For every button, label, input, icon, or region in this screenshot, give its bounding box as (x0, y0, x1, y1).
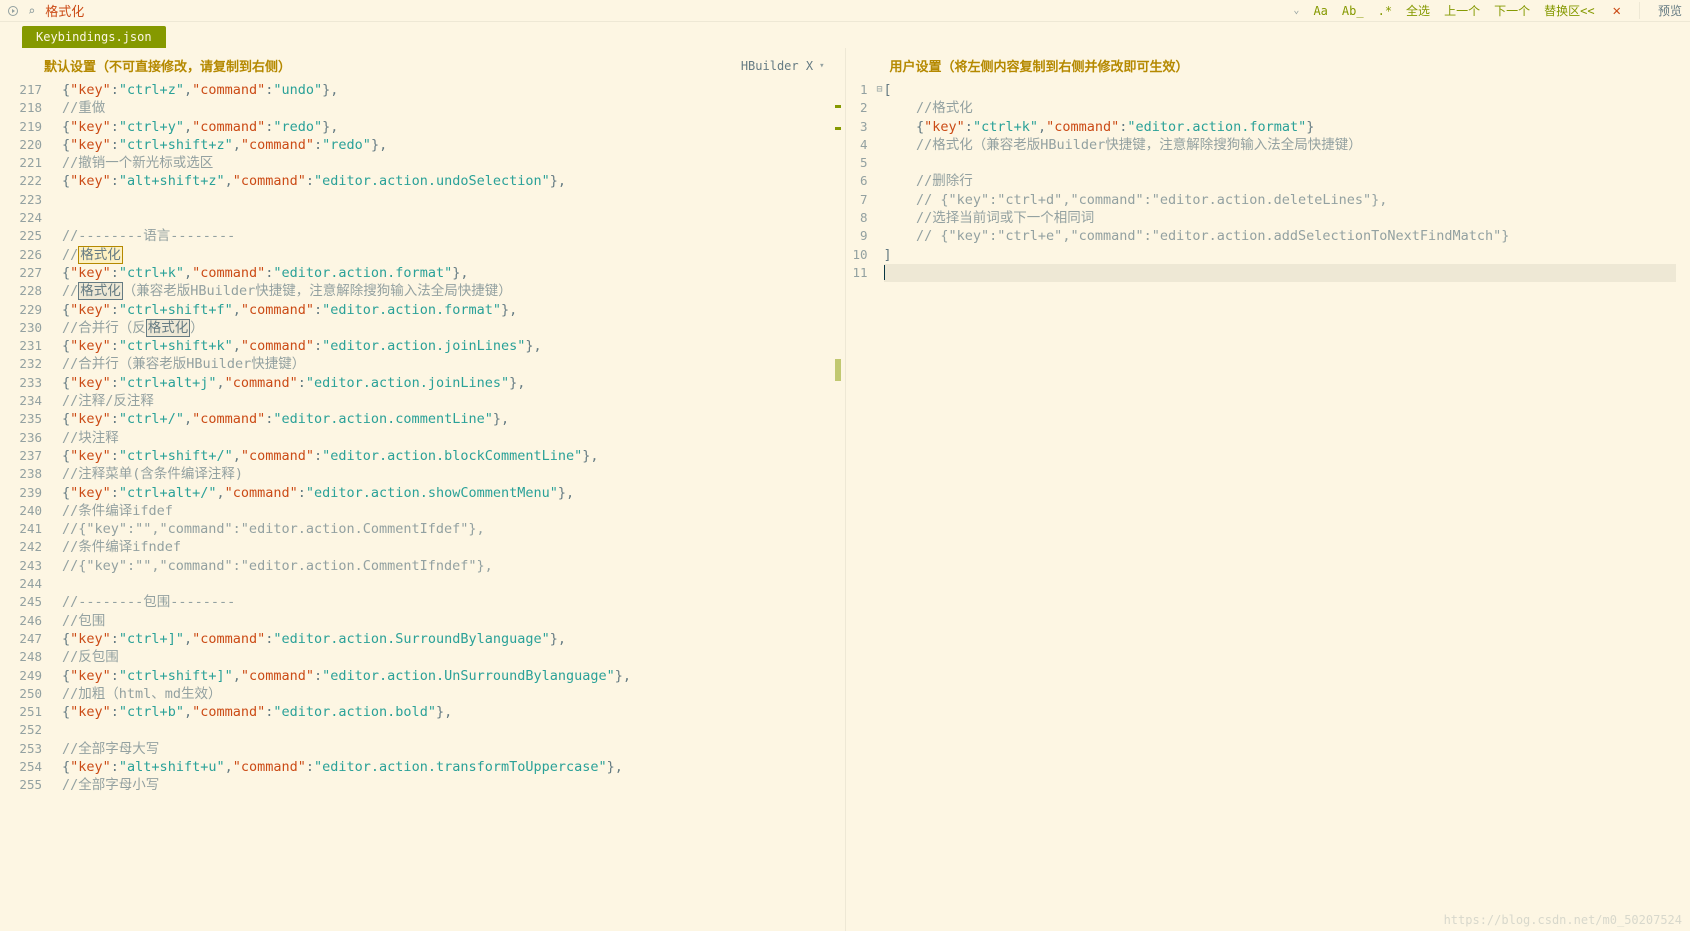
word-toggle[interactable]: Ab̲ (1342, 4, 1364, 18)
next-match-button[interactable]: 下一个 (1494, 2, 1530, 19)
run-icon[interactable] (8, 6, 18, 16)
user-settings-pane: 用户设置（将左侧内容复制到右侧并修改即可生效） 1234567891011 ⊟ … (846, 48, 1690, 931)
pane-title: 用户设置（将左侧内容复制到右侧并修改即可生效） (890, 56, 1189, 75)
prev-match-button[interactable]: 上一个 (1444, 2, 1480, 19)
search-icon[interactable]: ⌕ (28, 4, 35, 18)
preview-button[interactable]: 预览 (1639, 2, 1682, 19)
scheme-dropdown[interactable]: HBuilder X ▾ (741, 59, 825, 73)
select-all-button[interactable]: 全选 (1406, 2, 1430, 19)
replace-button[interactable]: 替换区<< (1544, 2, 1594, 19)
scheme-dropdown-label: HBuilder X (741, 59, 813, 73)
line-gutter: 2172182192202212222232242252262272282292… (0, 81, 48, 795)
dropdown-caret-icon[interactable]: ⌄ (1293, 5, 1299, 16)
regex-toggle[interactable]: .* (1378, 4, 1392, 18)
pane-title: 默认设置（不可直接修改，请复制到右侧） (44, 56, 291, 75)
find-toolbar: ⌕ 格式化 ⌄ Aa Ab̲ .* 全选 上一个 下一个 替换区<< ✕ 预览 (0, 0, 1690, 22)
left-editor[interactable]: 2172182192202212222232242252262272282292… (0, 81, 845, 931)
case-toggle[interactable]: Aa (1313, 4, 1327, 18)
split-editor: 默认设置（不可直接修改，请复制到右侧） HBuilder X ▾ 2172182… (0, 48, 1690, 931)
tab-keybindings[interactable]: Keybindings.json (22, 26, 166, 48)
close-icon[interactable]: ✕ (1609, 3, 1625, 19)
code-area[interactable]: {"key":"ctrl+z","command":"undo"},//重做{"… (62, 81, 831, 795)
right-editor[interactable]: 1234567891011 ⊟ [ //格式化 {"key":"ctrl+k",… (846, 81, 1690, 931)
default-settings-pane: 默认设置（不可直接修改，请复制到右侧） HBuilder X ▾ 2172182… (0, 48, 846, 931)
minimap[interactable] (833, 81, 841, 931)
tab-bar: Keybindings.json (0, 22, 1690, 48)
search-term[interactable]: 格式化 (45, 1, 84, 20)
line-gutter: 1234567891011 (846, 81, 874, 282)
code-area[interactable]: [ //格式化 {"key":"ctrl+k","command":"edito… (884, 81, 1677, 282)
watermark: https://blog.csdn.net/m0_50207524 (1444, 913, 1682, 927)
chevron-down-icon: ▾ (819, 61, 824, 71)
